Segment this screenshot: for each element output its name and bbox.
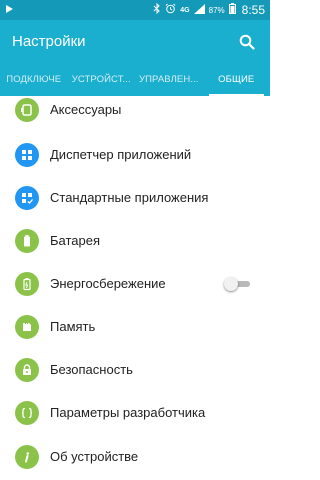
list-item-battery[interactable]: Батарея [0, 219, 270, 262]
list-item-label: Безопасность [50, 362, 133, 377]
accessories-icon [15, 97, 39, 122]
list-item-label: Диспетчер приложений [50, 147, 192, 162]
status-bar: 4G 87% 8:55 [0, 0, 270, 20]
list-item-label: Энергосбережение [50, 276, 166, 291]
status-right: 4G 87% 8:55 [153, 2, 265, 17]
status-time: 8:55 [241, 3, 265, 17]
list-item-power-saving[interactable]: Энергосбережение [0, 262, 270, 305]
app-bar: Настройки [0, 20, 270, 63]
default-apps-icon [15, 185, 39, 210]
toggle-knob [224, 276, 238, 291]
tab-general[interactable]: ОБЩИЕ [203, 63, 271, 96]
play-icon [5, 4, 14, 17]
tab-device[interactable]: УСТРОЙСТ... [68, 63, 136, 96]
list-item-label: Аксессуары [50, 102, 122, 117]
list-item-memory[interactable]: Память [0, 305, 270, 348]
battery-status-icon [228, 3, 236, 17]
lock-icon [15, 357, 39, 382]
app-manager-icon [15, 142, 39, 167]
developer-options-icon [15, 400, 39, 425]
list-item-label: Стандартные приложения [50, 190, 209, 205]
alarm-icon [165, 3, 176, 17]
bluetooth-icon [153, 2, 161, 17]
battery-percent: 87% [208, 5, 225, 15]
tab-controls[interactable]: УПРАВЛЕН... [135, 63, 203, 96]
list-item-label: Об устройстве [50, 449, 139, 464]
power-saving-toggle[interactable] [224, 276, 250, 291]
settings-list: Аксессуары Диспетчер приложений Стандарт… [0, 96, 270, 480]
list-item-default-apps[interactable]: Стандартные приложения [0, 176, 270, 219]
search-icon [239, 34, 255, 50]
tab-connections[interactable]: ПОДКЛЮЧЕ [0, 63, 68, 96]
list-item-label: Батарея [50, 233, 101, 248]
battery-icon [15, 228, 39, 253]
list-item-security[interactable]: Безопасность [0, 348, 270, 391]
page-title: Настройки [12, 33, 86, 50]
list-item-developer-options[interactable]: Параметры разработчика [0, 391, 270, 434]
search-button[interactable] [236, 31, 258, 53]
list-item-label: Память [50, 319, 96, 334]
list-item-label: Параметры разработчика [50, 405, 206, 420]
memory-icon [15, 314, 39, 339]
tab-bar: ПОДКЛЮЧЕ УСТРОЙСТ... УПРАВЛЕН... ОБЩИЕ [0, 63, 270, 96]
list-item-about-device[interactable]: Об устройстве [0, 435, 270, 478]
signal-icon [193, 3, 205, 17]
list-item-app-manager[interactable]: Диспетчер приложений [0, 133, 270, 176]
status-left [5, 4, 153, 17]
list-item-accessories[interactable]: Аксессуары [0, 96, 270, 131]
info-icon [15, 444, 39, 469]
power-saving-icon [15, 271, 39, 296]
network-type-label: 4G [180, 6, 190, 14]
